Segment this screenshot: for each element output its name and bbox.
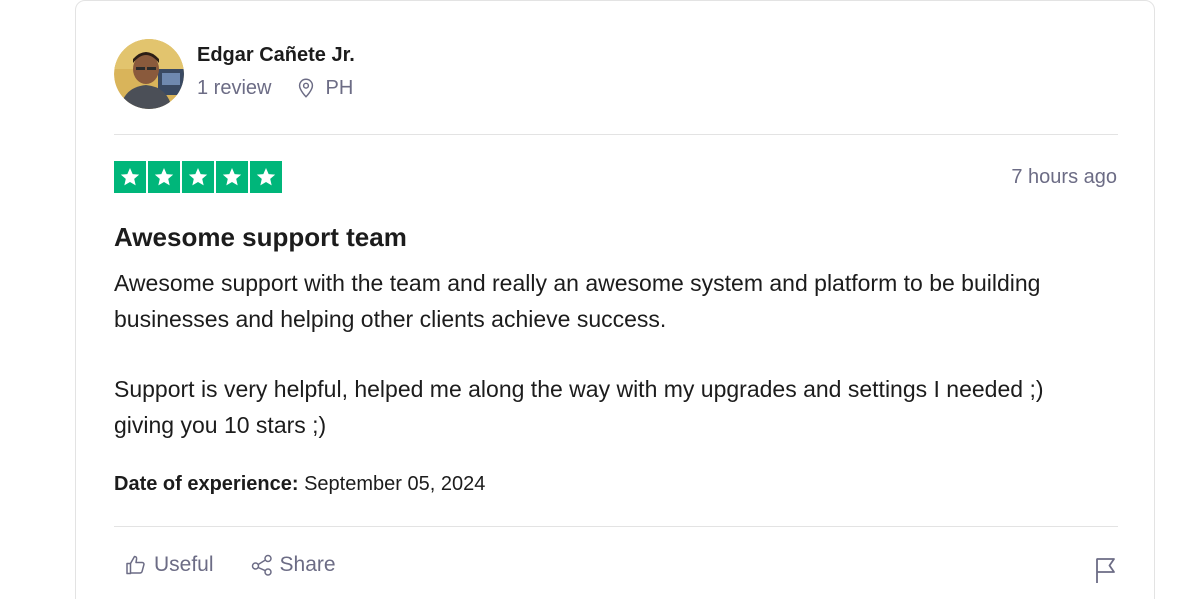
user-photo-avatar-icon bbox=[114, 39, 184, 109]
avatar[interactable] bbox=[114, 39, 184, 109]
star-rating bbox=[114, 161, 284, 193]
author-location: PH bbox=[295, 76, 353, 100]
share-icon bbox=[251, 554, 272, 576]
author-info: Edgar Cañete Jr. 1 review PH bbox=[197, 44, 355, 100]
review-paragraph: Awesome support with the team and really… bbox=[114, 270, 1041, 332]
review-paragraph: Support is very helpful, helped me along… bbox=[114, 376, 1044, 438]
review-title[interactable]: Awesome support team bbox=[114, 220, 407, 254]
divider-bottom bbox=[114, 526, 1118, 527]
location-label: PH bbox=[325, 77, 354, 99]
review-time: 7 hours ago bbox=[1011, 166, 1117, 188]
date-of-experience-label: Date of experience: bbox=[114, 473, 299, 495]
useful-button[interactable]: Useful bbox=[124, 553, 214, 577]
star-icon bbox=[250, 161, 282, 193]
divider-top bbox=[114, 134, 1118, 135]
page: Edgar Cañete Jr. 1 review PH 7 hours ago… bbox=[0, 0, 1200, 599]
star-icon bbox=[216, 161, 248, 193]
share-button[interactable]: Share bbox=[250, 553, 336, 577]
date-of-experience: Date of experience: September 05, 2024 bbox=[114, 471, 485, 497]
review-actions: Useful Share bbox=[124, 553, 336, 577]
location-pin-icon bbox=[299, 78, 314, 98]
report-flag-button[interactable] bbox=[1093, 556, 1119, 589]
star-icon bbox=[182, 161, 214, 193]
review-author: Edgar Cañete Jr. 1 review PH bbox=[114, 39, 355, 109]
useful-label: Useful bbox=[154, 553, 214, 576]
date-of-experience-value: September 05, 2024 bbox=[304, 473, 486, 495]
star-icon bbox=[148, 161, 180, 193]
review-count: 1 review bbox=[197, 77, 272, 99]
star-icon bbox=[114, 161, 146, 193]
flag-icon bbox=[1096, 558, 1115, 583]
share-label: Share bbox=[279, 553, 336, 576]
review-body[interactable]: Awesome support with the team and really… bbox=[114, 265, 1104, 477]
author-name[interactable]: Edgar Cañete Jr. bbox=[197, 42, 355, 68]
author-meta: 1 review PH bbox=[197, 76, 355, 100]
thumbs-up-icon bbox=[126, 555, 145, 575]
